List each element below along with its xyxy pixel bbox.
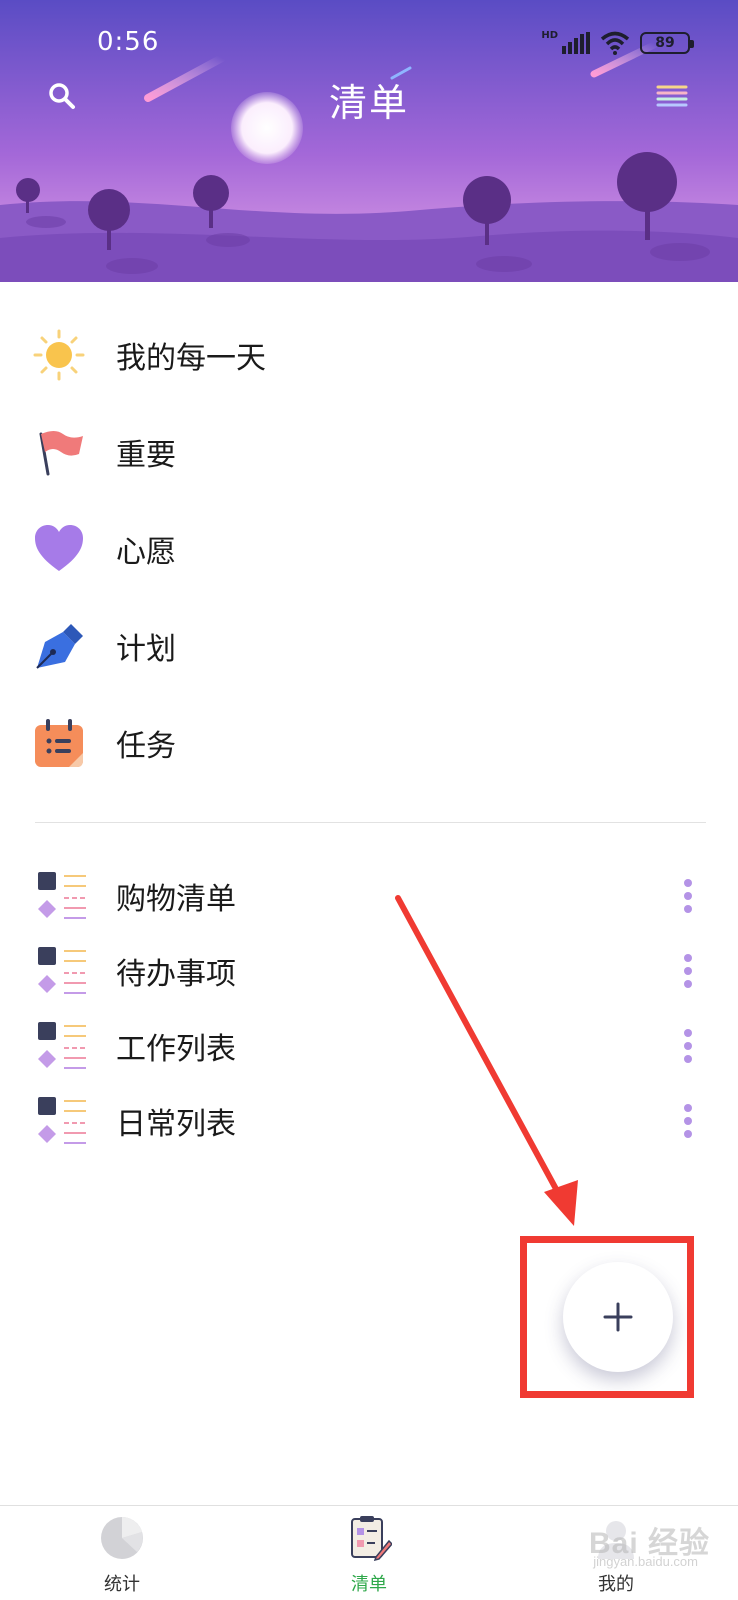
status-time: 0:56 [97, 27, 160, 57]
more-options-button[interactable] [668, 946, 708, 996]
battery-indicator: 89 [640, 32, 694, 54]
flag-icon [33, 426, 85, 478]
list-item-label: 待办事项 [116, 956, 236, 992]
hd-label: HD [541, 30, 558, 41]
list-icon [38, 871, 86, 919]
smart-list: 我的每一天 重要 心愿 计划 任务 [0, 306, 738, 791]
annotation-highlight-box [520, 1236, 694, 1398]
custom-list: 购物清单 待办事项 工作列表 日常列表 [0, 858, 738, 1158]
signal-icon [562, 32, 590, 54]
checklist-icon [345, 1514, 393, 1562]
smart-item-tasks[interactable]: 任务 [0, 694, 738, 791]
smart-item-label: 心愿 [116, 534, 176, 570]
more-options-button[interactable] [668, 871, 708, 921]
smart-item-my-day[interactable]: 我的每一天 [0, 306, 738, 403]
list-item-shopping[interactable]: 购物清单 [0, 858, 738, 933]
section-divider [35, 822, 706, 823]
more-options-button[interactable] [668, 1096, 708, 1146]
list-item-label: 购物清单 [116, 881, 236, 917]
nav-label: 清单 [351, 1574, 387, 1595]
nav-tab-stats[interactable]: 统计 [62, 1514, 182, 1596]
calendar-icon [33, 717, 85, 769]
header-banner: 0:56 HD 89 清单 [0, 0, 738, 282]
smart-item-label: 重要 [116, 437, 176, 473]
pie-chart-icon [98, 1514, 146, 1562]
nav-label: 统计 [104, 1574, 140, 1595]
list-item-label: 工作列表 [116, 1031, 236, 1067]
watermark-url: jingyan.baidu.com [593, 1554, 698, 1569]
menu-button[interactable] [652, 76, 692, 116]
smart-item-label: 任务 [116, 728, 176, 764]
status-bar: 0:56 HD 89 [0, 0, 738, 80]
nav-tab-lists[interactable]: 清单 [309, 1514, 429, 1596]
smart-item-wish[interactable]: 心愿 [0, 500, 738, 597]
nav-label: 我的 [598, 1574, 634, 1595]
page-title: 清单 [328, 81, 409, 125]
menu-icon [656, 85, 688, 107]
list-item-daily[interactable]: 日常列表 [0, 1083, 738, 1158]
heart-icon [33, 523, 85, 575]
smart-item-important[interactable]: 重要 [0, 403, 738, 500]
more-options-button[interactable] [668, 1021, 708, 1071]
smart-item-label: 我的每一天 [116, 340, 266, 376]
smart-item-label: 计划 [116, 631, 176, 667]
list-icon [38, 1096, 86, 1144]
sun-icon [33, 329, 85, 381]
pen-icon [33, 620, 85, 672]
smart-item-plan[interactable]: 计划 [0, 597, 738, 694]
list-item-work[interactable]: 工作列表 [0, 1008, 738, 1083]
status-icons: HD 89 [541, 30, 694, 56]
list-item-todo[interactable]: 待办事项 [0, 933, 738, 1008]
wifi-icon [600, 31, 630, 55]
list-icon [38, 1021, 86, 1069]
list-item-label: 日常列表 [116, 1106, 236, 1142]
list-icon [38, 946, 86, 994]
